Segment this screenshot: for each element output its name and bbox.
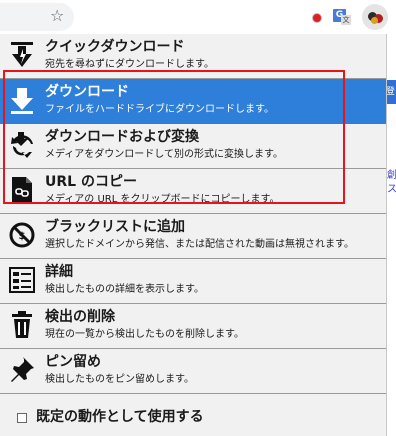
- extension-dropdown-menu: クイックダウンロード 宛先を尋ねずにダウンロードします。 ダウンロード ファイル…: [0, 34, 387, 436]
- default-action-checkbox[interactable]: [17, 413, 27, 423]
- menu-item-description: 現在の一覧から検出したものを削除します。: [45, 329, 244, 340]
- video-downloader-extension-icon[interactable]: [362, 4, 388, 30]
- details-icon: [9, 267, 35, 293]
- menu-item-details[interactable]: 詳細 検出したものの詳細を表示します。: [0, 259, 386, 304]
- menu-item-add-to-blacklist[interactable]: $ ブラックリストに追加 選択したドメインから発信、または配信された動画は無視さ…: [0, 214, 386, 259]
- menu-item-title: ダウンロードおよび変換: [45, 129, 199, 145]
- menu-item-delete-detection[interactable]: 検出の削除 現在の一覧から検出したものを削除します。: [0, 304, 386, 349]
- menu-item-title: ダウンロード: [45, 84, 129, 100]
- svg-text:$: $: [19, 231, 26, 242]
- menu-item-download[interactable]: ダウンロード ファイルをハードドライブにダウンロードします。: [0, 79, 386, 124]
- menu-item-description: 選択したドメインから発信、または配信された動画は無視されます。: [45, 239, 354, 250]
- menu-item-title: 検出の削除: [45, 309, 115, 325]
- translate-extension-icon[interactable]: G文: [332, 7, 352, 27]
- background-page-button: 登: [386, 80, 396, 104]
- copy-url-icon: [12, 177, 32, 203]
- menu-item-description: 検出したものの詳細を表示します。: [45, 284, 204, 295]
- menu-item-copy-url[interactable]: URL のコピー メディアの URL をクリップボードにコピーします。: [0, 169, 386, 214]
- quick-download-icon: [11, 42, 33, 67]
- menu-item-pin[interactable]: ピン留め 検出したものをピン留めします。: [0, 349, 386, 394]
- menu-item-title: 詳細: [45, 264, 73, 280]
- menu-item-download-and-convert[interactable]: ダウンロードおよび変換 メディアをダウンロードして別の形式に変換します。: [0, 124, 386, 169]
- menu-item-description: メディアの URL をクリップボードにコピーします。: [45, 194, 280, 205]
- menu-item-description: ファイルをハードドライブにダウンロードします。: [45, 104, 274, 115]
- menu-item-title: ブラックリストに追加: [45, 219, 185, 235]
- bookmark-star-icon[interactable]: ☆: [50, 6, 64, 26]
- menu-item-description: 検出したものをピン留めします。: [45, 374, 194, 385]
- browser-toolbar: ☆ G文: [0, 0, 396, 34]
- download-icon: [11, 88, 33, 114]
- menu-item-description: 宛先を尋ねずにダウンロードします。: [45, 59, 214, 70]
- blacklist-icon: $: [9, 222, 35, 248]
- menu-item-title: ピン留め: [45, 354, 101, 370]
- default-action-row[interactable]: 既定の動作として使用する: [0, 402, 386, 436]
- trash-icon: [12, 311, 32, 338]
- menu-item-description: メディアをダウンロードして別の形式に変換します。: [45, 149, 283, 160]
- background-page-link: 創: [387, 170, 396, 181]
- default-action-label[interactable]: 既定の動作として使用する: [36, 407, 204, 427]
- menu-item-title: クイックダウンロード: [45, 39, 185, 55]
- download-convert-icon: [11, 132, 33, 158]
- pin-icon: [11, 357, 34, 382]
- record-extension-icon[interactable]: [306, 7, 326, 27]
- background-page-link: ス: [387, 184, 396, 195]
- menu-item-quick-download[interactable]: クイックダウンロード 宛先を尋ねずにダウンロードします。: [0, 34, 386, 79]
- menu-item-title: URL のコピー: [45, 174, 137, 190]
